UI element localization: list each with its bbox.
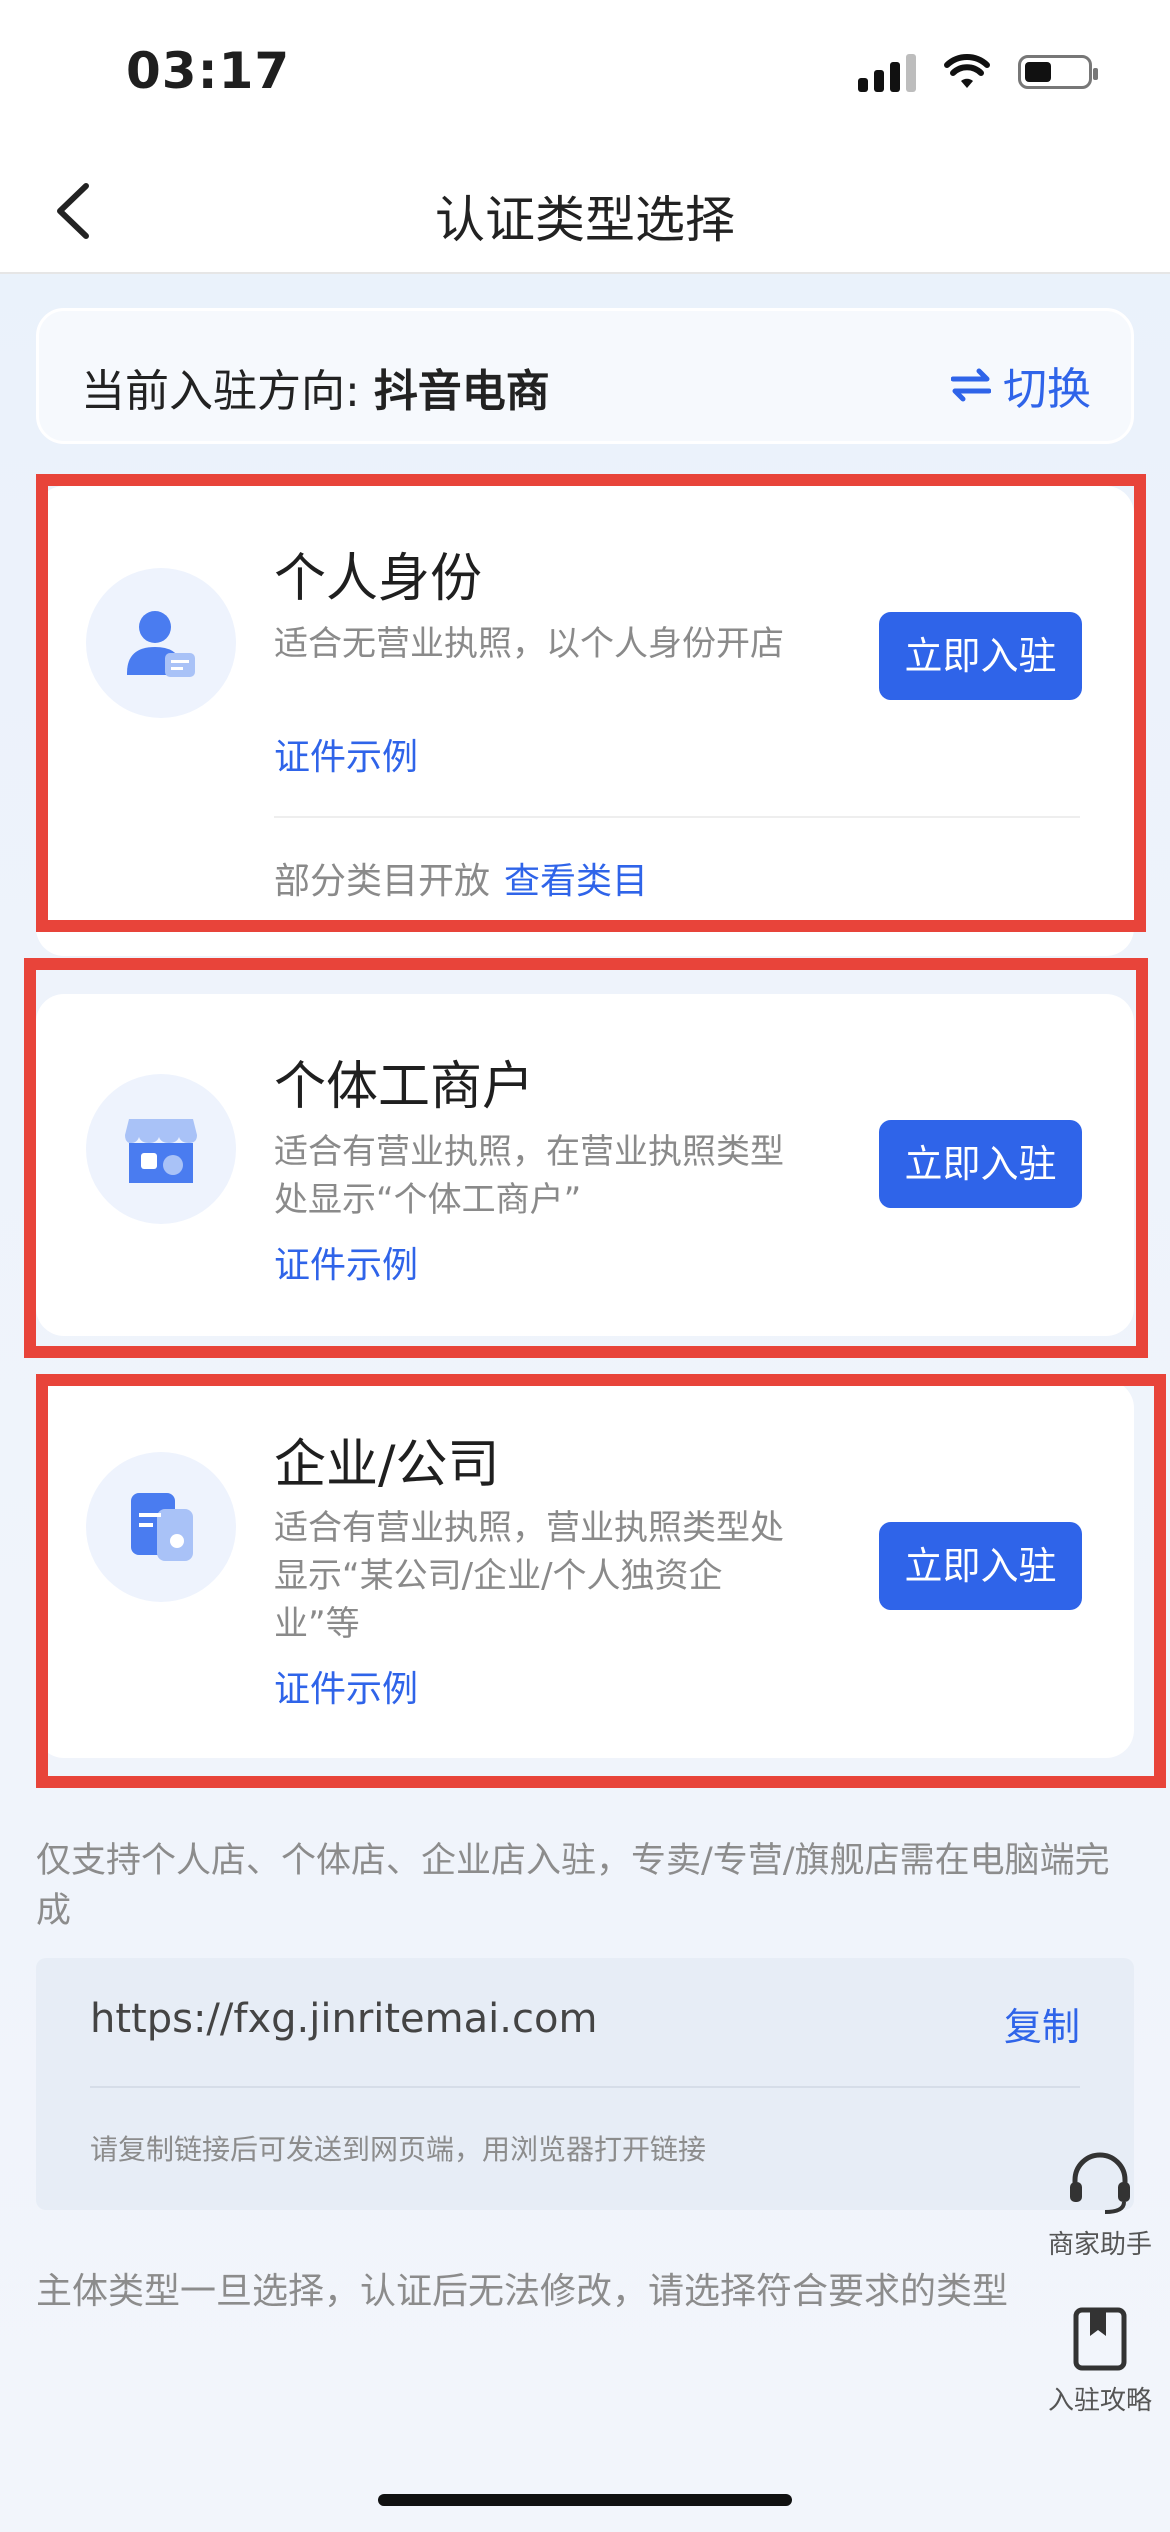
card-title: 企业/公司 [274,1435,500,1495]
company-doc-icon [86,1452,236,1602]
merchant-assistant-button[interactable]: 商家助手 [1030,2150,1170,2261]
enroll-button[interactable]: 立即入驻 [879,1120,1082,1208]
card-description: 适合有营业执照，营业执照类型处显示“某公司/企业/个人独资企业”等 [274,1508,784,1644]
enroll-button[interactable]: 立即入驻 [879,612,1082,700]
direction-card: 当前入驻方向: 抖音电商 切换 [36,308,1134,444]
card-personal: 个人身份 适合无营业执照，以个人身份开店 证件示例 立即入驻 部分类目开放 查看类… [36,486,1134,956]
url-text: https://fxg.jinritemai.com [90,1996,598,2042]
direction-value: 抖音电商 [373,366,550,417]
view-categories-link[interactable]: 查看类目 [504,861,648,902]
person-icon [86,568,236,718]
certificate-example-link[interactable]: 证件示例 [274,1660,418,1712]
url-hint: 请复制链接后可发送到网页端，用浏览器打开链接 [90,2133,707,2166]
battery-icon [1018,55,1098,89]
enroll-guide-button[interactable]: 入驻攻略 [1030,2306,1170,2417]
card-title: 个人身份 [274,549,483,609]
shop-icon [86,1074,236,1224]
divider [274,816,1080,818]
switch-label: 切换 [1003,364,1091,415]
card-title: 个体工商户 [274,1057,535,1117]
footer-text: 部分类目开放 [274,861,491,902]
assistant-label: 商家助手 [1047,2230,1152,2260]
headset-icon [1070,2152,1130,2214]
page-title: 认证类型选择 [435,191,735,249]
certificate-example-link[interactable]: 证件示例 [274,1236,418,1288]
card-company: 企业/公司 适合有营业执照，营业执照类型处显示“某公司/企业/个人独资企业”等 … [36,1380,1134,1758]
copy-button[interactable]: 复制 [1004,1996,1080,2051]
nav-bar: 认证类型选择 [0,150,1170,274]
card-description: 适合有营业执照，在营业执照类型处显示“个体工商户” [274,1132,784,1220]
signal-icon [858,52,916,92]
card-description: 适合无营业执照，以个人身份开店 [274,624,784,664]
book-icon [1073,2307,1127,2371]
switch-button[interactable]: 切换 [951,353,1091,417]
card-individual-business: 个体工商户 适合有营业执照，在营业执照类型处显示“个体工商户” 证件示例 立即入… [36,994,1134,1336]
enroll-button[interactable]: 立即入驻 [879,1522,1082,1610]
url-box: https://fxg.jinritemai.com 复制 请复制链接后可发送到… [36,1958,1134,2210]
support-note: 仅支持个人店、个体店、企业店入驻，专卖/专营/旗舰店需在电脑端完成 [36,1841,1110,1931]
guide-label: 入驻攻略 [1047,2386,1152,2416]
direction-label: 当前入驻方向: 抖音电商 [81,355,550,419]
switch-arrows-icon [951,368,991,402]
status-icons [858,52,1098,92]
status-time: 03:17 [126,42,291,100]
card-footer: 部分类目开放 查看类目 [274,852,648,904]
direction-prefix: 当前入驻方向: [81,366,374,417]
wifi-icon [944,54,990,88]
divider [90,2086,1080,2088]
certificate-example-link[interactable]: 证件示例 [274,728,418,780]
type-warning-note: 主体类型一旦选择，认证后无法修改，请选择符合要求的类型 [36,2271,1009,2312]
status-bar: 03:17 [0,0,1170,150]
home-indicator [378,2494,792,2506]
